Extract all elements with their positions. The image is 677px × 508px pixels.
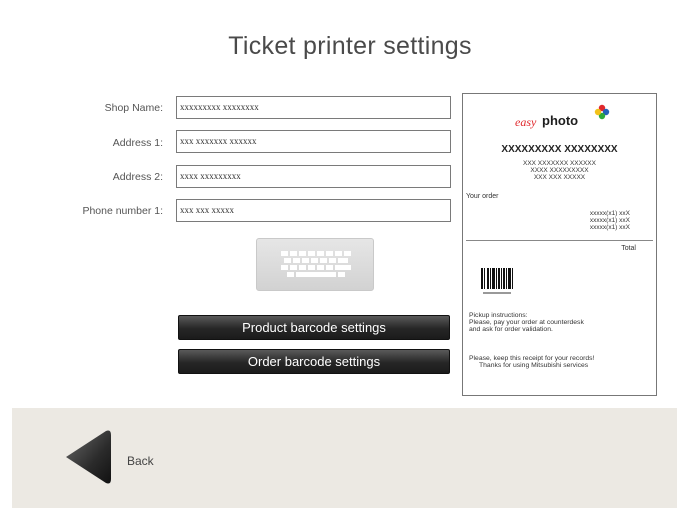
product-barcode-settings-button[interactable]: Product barcode settings xyxy=(178,315,450,340)
receipt-item: xxxxx(x1) xxX xyxy=(589,224,630,231)
page-title: Ticket printer settings xyxy=(228,32,472,60)
receipt-keep-line1: Please, keep this receipt for your recor… xyxy=(469,355,595,362)
shop-name-input[interactable]: xxxxxxxxx xxxxxxxx xyxy=(176,96,451,119)
logo-photo-text: photo xyxy=(542,113,579,128)
phone-number-1-input[interactable]: xxx xxx xxxxx xyxy=(176,199,451,222)
receipt-address-1: XXX XXXXXXX XXXXXX xyxy=(523,160,596,167)
receipt-total: Total xyxy=(621,245,636,252)
phone-number-1-label: Phone number 1: xyxy=(82,205,163,217)
address-1-input[interactable]: xxx xxxxxxx xxxxxx xyxy=(176,130,451,153)
receipt-phone: XXX XXX XXXXX xyxy=(533,174,586,181)
receipt-item: xxxxx(x1) xxX xyxy=(589,217,630,224)
receipt-address-2: XXXX XXXXXXXXX xyxy=(530,167,589,174)
back-label[interactable]: Back xyxy=(127,454,154,468)
receipt-divider xyxy=(466,240,653,241)
address-2-label: Address 2: xyxy=(112,171,163,183)
receipt-preview: easy photo XXXXXXXXX XXXXXXXX XXX XXXXXX… xyxy=(462,93,657,396)
flower-icon xyxy=(594,104,610,120)
keyboard-button[interactable] xyxy=(256,238,374,291)
receipt-pickup-line2: and ask for order validation. xyxy=(469,326,553,333)
shop-name-label: Shop Name: xyxy=(104,102,163,114)
keyboard-icon xyxy=(281,251,351,279)
address-1-label: Address 1: xyxy=(112,137,163,149)
easyphoto-logo: easy photo xyxy=(515,104,615,130)
receipt-shop-name: XXXXXXXXX XXXXXXXX xyxy=(501,144,618,155)
order-barcode-settings-button[interactable]: Order barcode settings xyxy=(178,349,450,374)
receipt-your-order: Your order xyxy=(466,193,499,200)
receipt-pickup-line1: Please, pay your order at counterdesk xyxy=(469,319,584,326)
receipt-item: xxxxx(x1) xxX xyxy=(589,210,630,217)
address-2-input[interactable]: xxxx xxxxxxxxx xyxy=(176,165,451,188)
barcode-icon xyxy=(481,268,513,294)
back-arrow-icon xyxy=(66,430,111,484)
receipt-pickup-title: Pickup instructions: xyxy=(469,312,528,319)
receipt-keep-line2: Thanks for using Mitsubishi services xyxy=(479,362,589,369)
logo-easy-text: easy xyxy=(515,115,537,129)
